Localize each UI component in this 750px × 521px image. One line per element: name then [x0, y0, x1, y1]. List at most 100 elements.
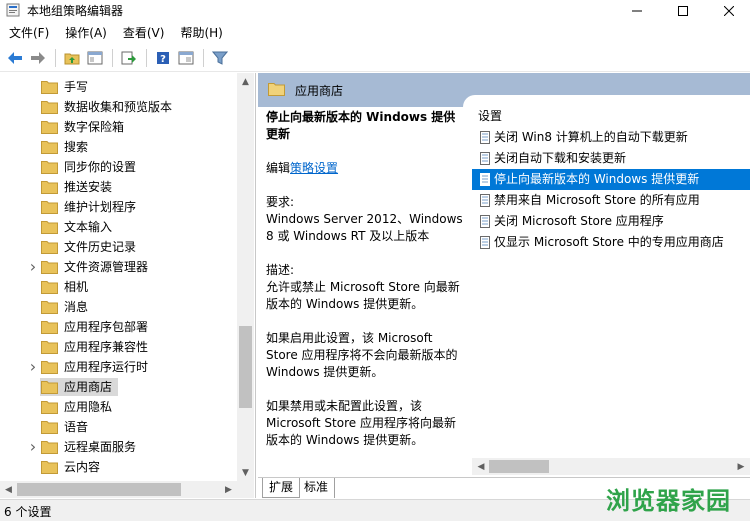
tree-item[interactable]: 应用商店	[0, 377, 238, 397]
tree-item[interactable]: 数据收集和预览版本	[0, 97, 238, 117]
tree-item-label: 应用程序兼容性	[64, 340, 149, 354]
folder-icon	[41, 441, 58, 454]
tree-pane[interactable]: 手写数据收集和预览版本数字保险箱 搜索 同步你的设置 推送安装维护计划程序 文本输入文件…	[0, 73, 256, 498]
svg-text:?: ?	[160, 54, 166, 65]
filter-icon	[212, 51, 228, 65]
tree-item-label: 语音	[64, 420, 89, 434]
tree-item-label: 相机	[64, 280, 89, 294]
tree-item[interactable]: 文本输入	[0, 217, 238, 237]
scroll-up-arrow-icon[interactable]: ▲	[237, 73, 254, 90]
folder-icon	[41, 121, 58, 134]
tree-item[interactable]: 同步你的设置	[0, 157, 238, 177]
tree-item[interactable]: 搜索	[0, 137, 238, 157]
folder-icon	[41, 141, 58, 154]
title-bar: 本地组策略编辑器	[0, 0, 750, 22]
tree-vertical-scrollbar[interactable]: ▲ ▼	[237, 73, 254, 481]
edit-policy-line: 编辑策略设置	[266, 160, 466, 177]
setting-row[interactable]: 禁用来自 Microsoft Store 的所有应用	[472, 190, 750, 211]
details-pane: 应用商店 停止向最新版本的 Windows 提供更新 编辑策略设置 要求: Wi…	[258, 73, 750, 498]
toolbar: ?	[0, 44, 750, 72]
tree-item[interactable]: › 应用程序运行时	[0, 357, 238, 377]
folder-icon	[41, 361, 58, 374]
setting-row[interactable]: 关闭 Microsoft Store 应用程序	[472, 211, 750, 232]
disabled-text: 如果禁用或未配置此设置，该 Microsoft Store 应用程序将向最新版本…	[266, 399, 456, 447]
scroll-thumb[interactable]	[17, 483, 181, 496]
tree-item[interactable]: 语音	[0, 417, 238, 437]
tree-item[interactable]: 应用程序兼容性	[0, 337, 238, 357]
maximize-button[interactable]	[660, 0, 706, 22]
edit-policy-link[interactable]: 策略设置	[290, 161, 338, 175]
menu-file[interactable]: 文件(F)	[0, 23, 57, 43]
menu-bar: 文件(F) 操作(A) 查看(V) 帮助(H)	[0, 22, 750, 44]
folder-icon	[41, 181, 58, 194]
folder-icon	[41, 261, 58, 274]
policy-setting-icon	[480, 131, 490, 144]
up-folder-button[interactable]	[61, 48, 83, 68]
tree-item[interactable]: 云内容	[0, 457, 238, 477]
filter-button[interactable]	[209, 48, 231, 68]
settings-horizontal-scrollbar[interactable]: ◀ ▶	[472, 458, 750, 475]
expand-chevron-icon[interactable]: ›	[28, 357, 38, 377]
tree-item[interactable]: 维护计划程序	[0, 197, 238, 217]
tree-item-label: 文本输入	[64, 220, 113, 234]
scroll-left-arrow-icon[interactable]: ◀	[474, 458, 488, 475]
tree-item[interactable]: › 远程桌面服务	[0, 437, 238, 457]
policy-description: 停止向最新版本的 Windows 提供更新 编辑策略设置 要求: Windows…	[266, 109, 466, 449]
folder-icon	[41, 401, 58, 414]
tree-item-label: 文件历史记录	[64, 240, 137, 254]
tree-item[interactable]: 相机	[0, 277, 238, 297]
tree-item-label: 应用隐私	[64, 400, 113, 414]
requirements-label: 要求:	[266, 195, 295, 209]
scroll-left-arrow-icon[interactable]: ◀	[0, 481, 17, 498]
tree-item[interactable]: 推送安装	[0, 177, 238, 197]
settings-column-header[interactable]: 设置	[478, 107, 502, 124]
tree-item-label: 维护计划程序	[64, 200, 137, 214]
tab-extended[interactable]: 扩展	[262, 478, 301, 498]
tree-item[interactable]: 文件历史记录	[0, 237, 238, 257]
setting-row[interactable]: 关闭自动下载和安装更新	[472, 148, 750, 169]
folder-icon	[41, 101, 58, 114]
expand-chevron-icon[interactable]: ›	[28, 257, 38, 277]
setting-row[interactable]: 停止向最新版本的 Windows 提供更新	[472, 169, 750, 190]
up-folder-icon	[64, 53, 80, 64]
tree-item-label: 应用商店	[64, 380, 113, 394]
help-button[interactable]: ?	[152, 48, 174, 68]
folder-icon	[41, 281, 58, 294]
tree-item[interactable]: 手写	[0, 77, 238, 97]
edit-prefix: 编辑	[266, 161, 291, 175]
tree-item-label: 云内容	[64, 460, 101, 474]
expand-chevron-icon[interactable]: ›	[28, 437, 38, 457]
tree-item[interactable]: › 文件资源管理器	[0, 257, 238, 277]
setting-row[interactable]: 仅显示 Microsoft Store 中的专用应用商店	[472, 232, 750, 253]
setting-row[interactable]: 关闭 Win8 计算机上的自动下载更新	[472, 127, 750, 148]
tree-item[interactable]: 数字保险箱	[0, 117, 238, 137]
scroll-down-arrow-icon[interactable]: ▼	[237, 464, 254, 481]
tree-item-label: 文件资源管理器	[64, 260, 149, 274]
back-button[interactable]	[4, 48, 26, 68]
tree-item[interactable]: 消息	[0, 297, 238, 317]
setting-label: 关闭 Win8 计算机上的自动下载更新	[494, 130, 688, 144]
scroll-thumb[interactable]	[489, 460, 549, 473]
forward-button[interactable]	[27, 48, 49, 68]
tab-standard[interactable]: 标准	[298, 478, 336, 498]
tree-item-label: 消息	[64, 300, 89, 314]
tree-item[interactable]: 应用隐私	[0, 397, 238, 417]
properties-button[interactable]	[175, 48, 197, 68]
menu-action[interactable]: 操作(A)	[57, 23, 115, 43]
export-button[interactable]	[118, 48, 140, 68]
show-tree-button[interactable]	[84, 48, 106, 68]
setting-label: 关闭自动下载和安装更新	[494, 151, 627, 165]
tree-item-label: 数据收集和预览版本	[64, 100, 173, 114]
scroll-thumb[interactable]	[239, 326, 252, 408]
scroll-right-arrow-icon[interactable]: ▶	[220, 481, 237, 498]
menu-view[interactable]: 查看(V)	[115, 23, 173, 43]
minimize-button[interactable]	[614, 0, 660, 22]
tree-horizontal-scrollbar[interactable]: ◀ ▶	[0, 481, 254, 498]
tree-item[interactable]: 应用程序包部署	[0, 317, 238, 337]
enabled-text: 如果启用此设置，该 Microsoft Store 应用程序将不会向最新版本的 …	[266, 331, 458, 379]
folder-icon	[41, 301, 58, 314]
close-button[interactable]	[706, 0, 750, 22]
requirements-text: Windows Server 2012、Windows 8 或 Windows …	[266, 212, 463, 243]
menu-help[interactable]: 帮助(H)	[172, 23, 230, 43]
scroll-right-arrow-icon[interactable]: ▶	[734, 458, 748, 475]
